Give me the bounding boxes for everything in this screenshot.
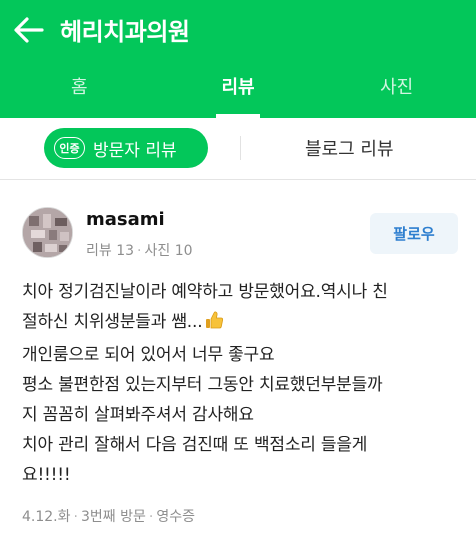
visit-count: 3번째 방문: [80, 509, 146, 525]
review-body[interactable]: 치아 정기검진날이라 예약하고 방문했어요.역시나 친 절하신 치위생분들과 쌤…: [22, 277, 462, 490]
review-filter-bar: 인증 방문자 리뷰 블로그 리뷰: [0, 118, 476, 180]
avatar-image: [23, 208, 72, 257]
arrow-left-icon: [14, 17, 44, 43]
review-line: 절하신 치위생분들과 쌤...: [22, 307, 462, 340]
review-count: 리뷰 13: [86, 243, 135, 259]
app-header: 헤리치과의원: [0, 0, 476, 61]
page-title: 헤리치과의원: [60, 18, 190, 46]
review-footer: 4.12.화 · 3번째 방문 · 영수증: [22, 506, 195, 526]
tab-bar: 홈 리뷰 사진: [0, 61, 476, 118]
separator: ·: [73, 509, 78, 525]
tab-photos[interactable]: 사진: [317, 61, 476, 118]
separator: ·: [137, 243, 142, 259]
filter-divider: [240, 136, 241, 160]
blog-review-filter[interactable]: 블로그 리뷰: [305, 135, 394, 161]
review-line-text: 절하신 치위생분들과 쌤...: [22, 312, 203, 332]
reviewer-name[interactable]: masami: [86, 209, 165, 230]
reviewer-stats: 리뷰 13 · 사진 10: [86, 240, 193, 260]
tab-reviews[interactable]: 리뷰: [159, 61, 318, 118]
photo-count: 사진 10: [144, 243, 193, 259]
visit-date: 4.12.화: [22, 509, 71, 525]
review-line: 요!!!!!: [22, 465, 71, 485]
review-line: 지 꼼꼼히 살펴봐주셔서 감사해요: [22, 405, 254, 425]
back-button[interactable]: [12, 14, 46, 46]
tab-home[interactable]: 홈: [0, 61, 159, 118]
review-line: 치아 관리 잘해서 다음 검진때 또 백점소리 들을게: [22, 435, 368, 455]
visitor-review-label: 방문자 리뷰: [93, 140, 177, 161]
separator: ·: [148, 509, 154, 525]
review-line: 개인룸으로 되어 있어서 너무 좋구요: [22, 345, 275, 365]
review-line: 평소 불편한점 있는지부터 그동안 치료했던부분들까: [22, 375, 383, 395]
thumbs-up-icon: [204, 310, 224, 340]
avatar[interactable]: [22, 207, 73, 258]
visitor-review-filter[interactable]: 인증 방문자 리뷰: [44, 128, 208, 168]
follow-button[interactable]: 팔로우: [370, 213, 458, 254]
receipt-label: 영수증: [156, 509, 195, 525]
verified-badge: 인증: [54, 137, 85, 159]
review-line: 치아 정기검진날이라 예약하고 방문했어요.역시나 친: [22, 282, 388, 302]
